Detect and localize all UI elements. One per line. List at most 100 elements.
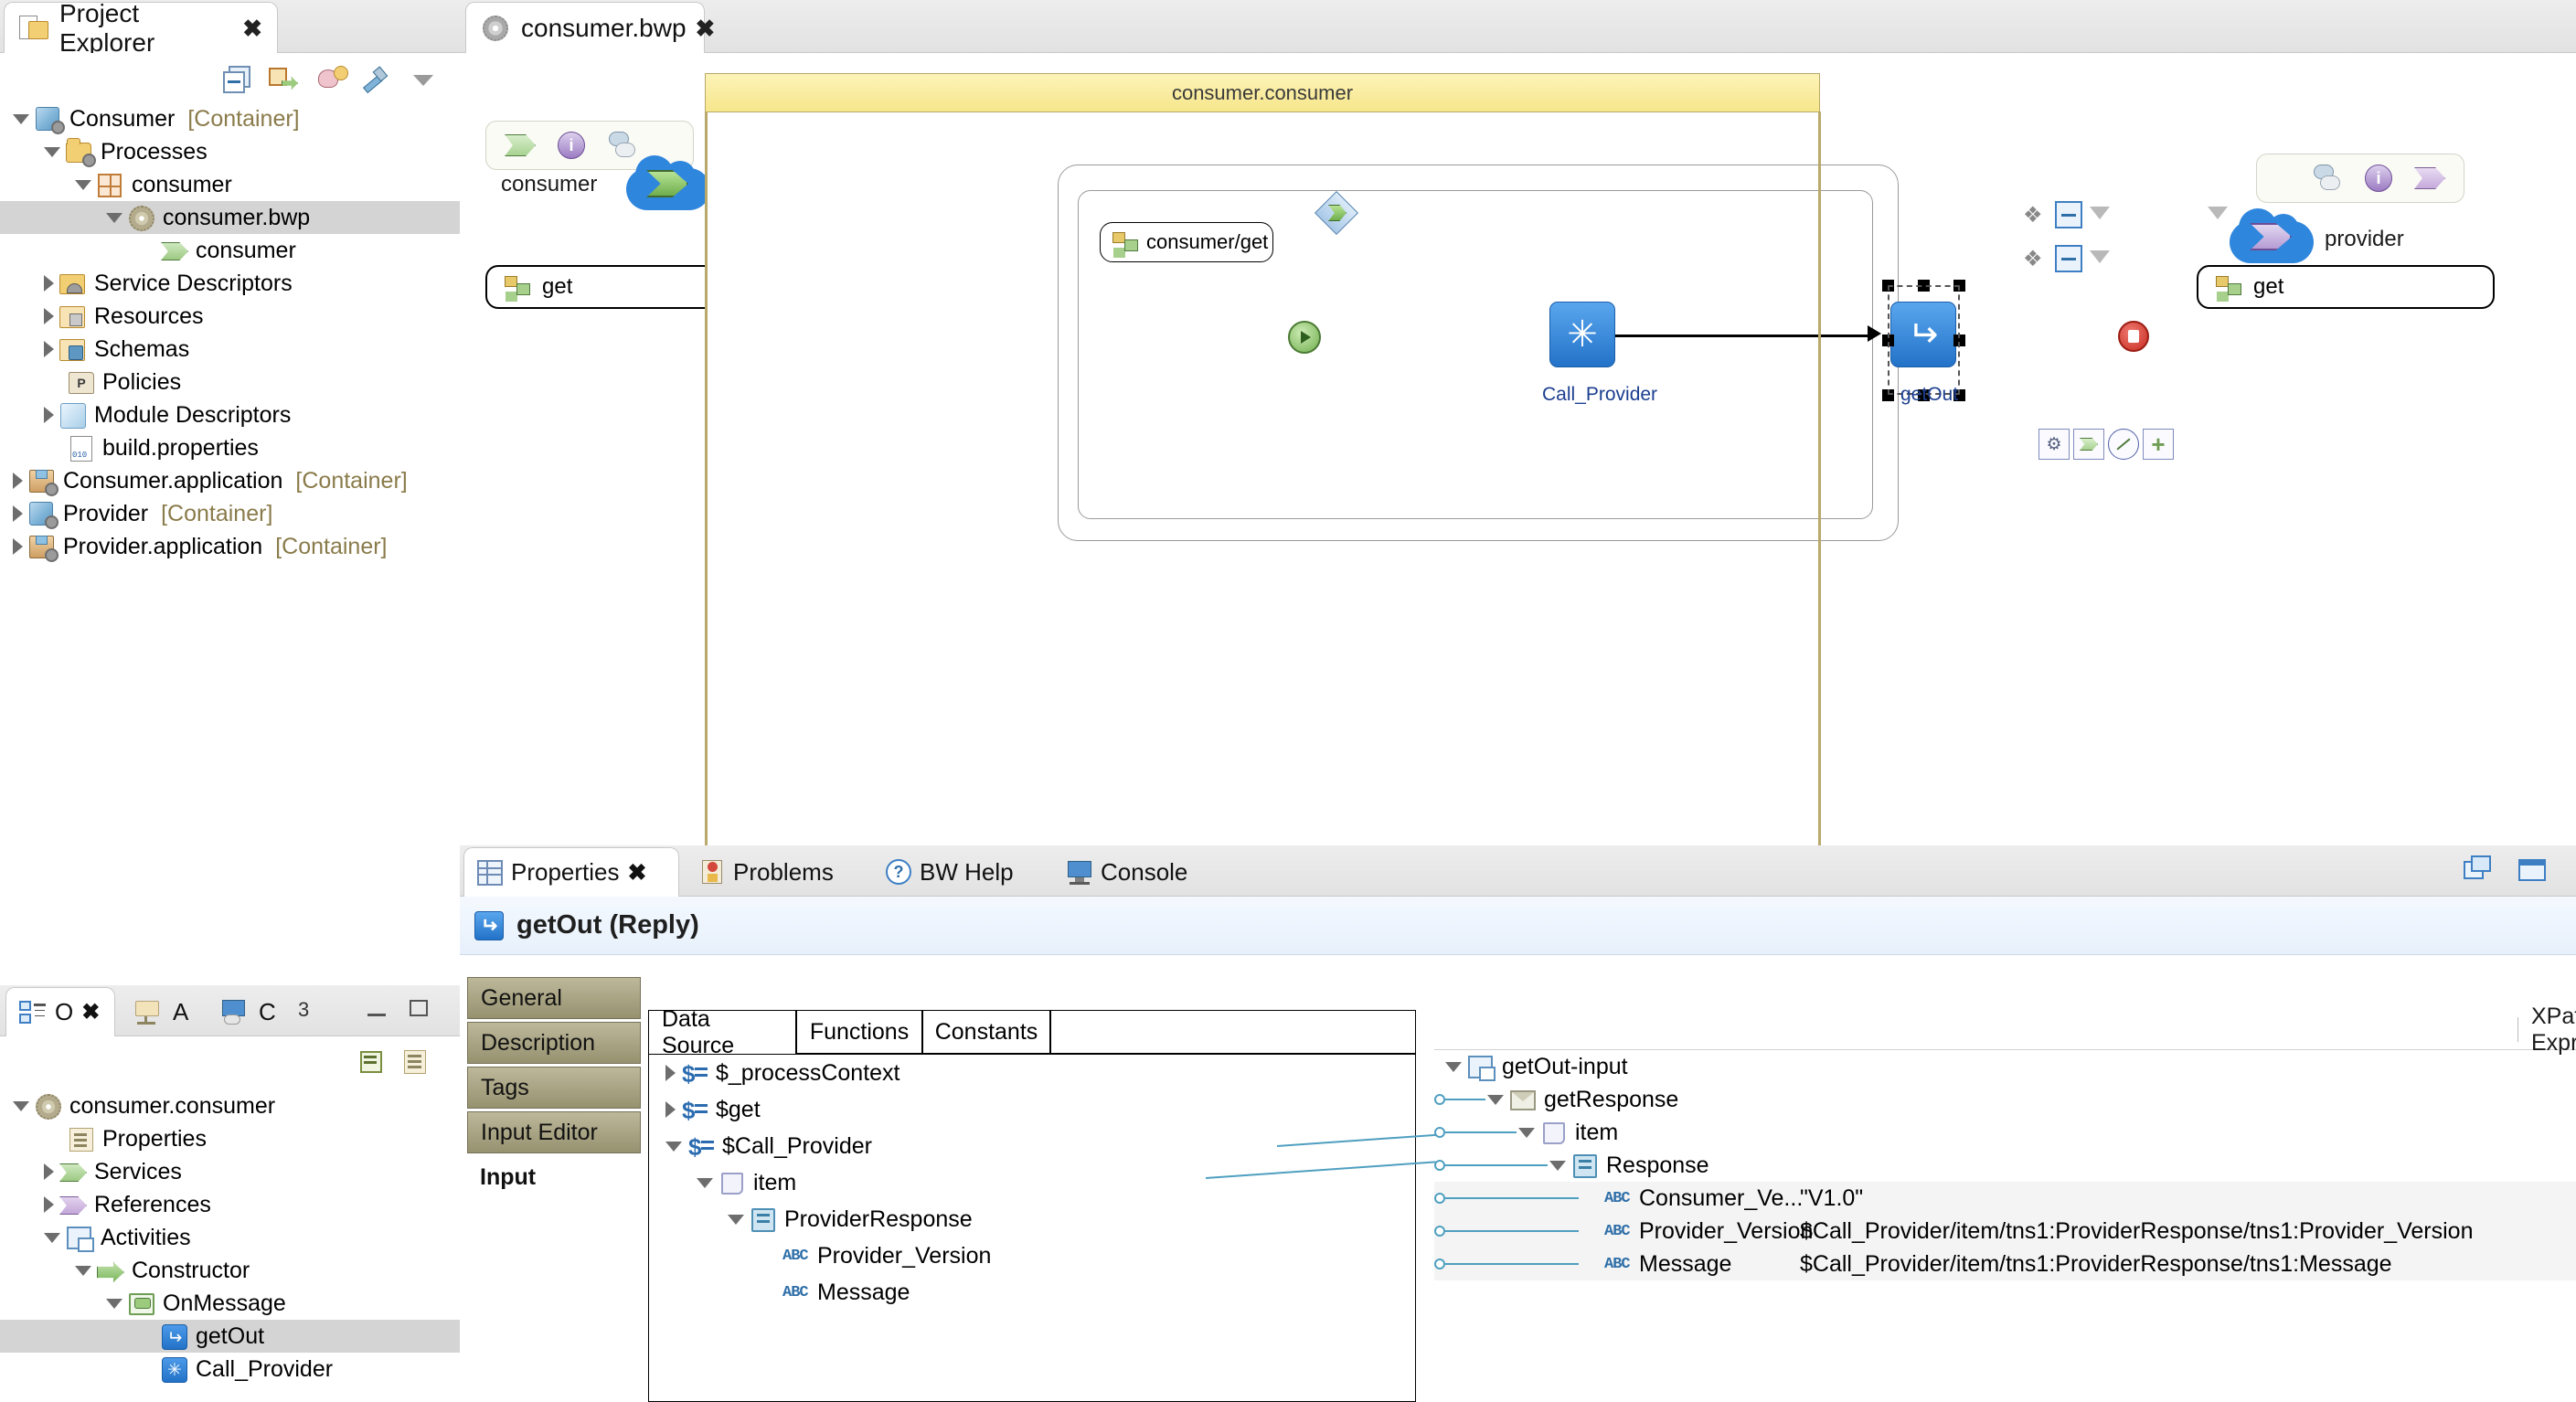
- expand-arrow-right-icon[interactable]: [44, 341, 54, 357]
- side-tab-general[interactable]: General: [467, 977, 641, 1019]
- scope-menu-triangle-outer-icon[interactable]: [2090, 207, 2110, 219]
- expand-arrow-down-icon[interactable]: [728, 1214, 744, 1225]
- cloud-stack-icon[interactable]: [2312, 165, 2343, 192]
- mapping-connector-dot[interactable]: [1434, 1094, 1445, 1105]
- target-row-xpath-expression[interactable]: "V1.0": [1800, 1185, 1863, 1212]
- outline-item[interactable]: Call_Provider: [0, 1353, 460, 1386]
- info-icon[interactable]: i: [558, 132, 585, 159]
- expand-arrow-right-icon[interactable]: [13, 473, 23, 489]
- project-explorer-item[interactable]: Schemas: [0, 333, 460, 366]
- expand-arrow-right-icon[interactable]: [665, 1101, 676, 1118]
- expand-arrow-down-icon[interactable]: [44, 146, 60, 157]
- close-icon[interactable]: ✖: [696, 16, 716, 40]
- side-tab-input[interactable]: Input: [467, 1156, 641, 1198]
- expand-arrow-right-icon[interactable]: [44, 275, 54, 292]
- right-partner-palette[interactable]: i: [2256, 154, 2464, 203]
- expand-arrow-down-icon[interactable]: [75, 1265, 91, 1276]
- target-mapping-row[interactable]: Response: [1434, 1149, 2576, 1182]
- tab-app-folder[interactable]: A: [122, 987, 205, 1036]
- right-hint-triangle-icon[interactable]: [2208, 207, 2228, 219]
- filter-icon[interactable]: [315, 62, 350, 97]
- target-mapping-row[interactable]: item: [1434, 1116, 2576, 1149]
- green-service-icon[interactable]: [505, 134, 536, 156]
- data-source-item[interactable]: $get: [649, 1091, 1415, 1128]
- side-tab-description[interactable]: Description: [467, 1022, 641, 1064]
- mapping-connector-dot[interactable]: [1434, 1127, 1445, 1138]
- tab-problems[interactable]: Problems: [687, 847, 866, 897]
- close-icon[interactable]: ✖: [81, 999, 100, 1025]
- expand-arrow-down-icon[interactable]: [1445, 1061, 1462, 1072]
- project-explorer-item[interactable]: consumer: [0, 234, 460, 267]
- outline-item[interactable]: References: [0, 1188, 460, 1221]
- data-source-tree[interactable]: $_processContext $get $Call_Provideritem Pr…: [648, 1054, 1416, 1402]
- data-source-item[interactable]: Provider_Version: [649, 1237, 1415, 1274]
- mapping-connector-dot[interactable]: [1434, 1226, 1445, 1237]
- project-explorer-item[interactable]: consumer.bwp: [0, 201, 460, 234]
- target-mapping-row[interactable]: Consumer_Ve..."V1.0": [1434, 1182, 2576, 1215]
- minimize-icon[interactable]: [364, 994, 393, 1022]
- project-explorer-item[interactable]: Provider.application [Container]: [0, 530, 460, 563]
- info-icon[interactable]: i: [2365, 165, 2392, 192]
- link-with-editor-icon[interactable]: [267, 62, 302, 97]
- outline-item[interactable]: Properties: [0, 1122, 460, 1155]
- outline-item[interactable]: getOut: [0, 1320, 460, 1353]
- inner-scope-toggle-chevron-icon[interactable]: ❖: [2023, 246, 2043, 272]
- data-source-item[interactable]: Message: [649, 1274, 1415, 1311]
- outline-tree[interactable]: consumer.consumer Properties Services Refer…: [0, 1089, 460, 1402]
- project-explorer-item[interactable]: Provider [Container]: [0, 497, 460, 530]
- close-icon[interactable]: ✖: [628, 859, 647, 887]
- maximize-icon[interactable]: [2516, 854, 2552, 888]
- service-icon[interactable]: [2073, 429, 2104, 460]
- expand-arrow-down-icon[interactable]: [13, 113, 29, 124]
- tab-cloud-monitor[interactable]: C: [208, 987, 296, 1036]
- tab-console[interactable]: Console: [1054, 847, 1228, 897]
- project-explorer-item[interactable]: Resources: [0, 300, 460, 333]
- sort-icon[interactable]: [357, 1046, 391, 1080]
- mapping-connector-dot[interactable]: [1434, 1160, 1445, 1171]
- expand-arrow-down-icon[interactable]: [106, 212, 122, 223]
- target-mapping-row[interactable]: Message $Call_Provider/item/tns1:Provider…: [1434, 1248, 2576, 1280]
- tab-data-source[interactable]: Data Source: [648, 1006, 796, 1058]
- maximize-icon[interactable]: [406, 994, 435, 1022]
- mapping-connector-dot[interactable]: [1434, 1259, 1445, 1269]
- project-explorer-item[interactable]: Consumer [Container]: [0, 102, 460, 135]
- receive-event-chip[interactable]: consumer/get: [1100, 222, 1273, 262]
- expand-arrow-right-icon[interactable]: [44, 407, 54, 423]
- scope-collapse-button-inner[interactable]: [2055, 245, 2082, 272]
- side-tab-input-editor[interactable]: Input Editor: [467, 1111, 641, 1153]
- project-explorer-tree[interactable]: Consumer [Container] Processes consumer cons…: [0, 102, 460, 985]
- target-tree-rows[interactable]: getOut-input getResponse item Response Consu…: [1434, 1050, 2576, 1402]
- expand-arrow-right-icon[interactable]: [13, 538, 23, 555]
- project-explorer-item[interactable]: Module Descriptors: [0, 398, 460, 431]
- scope-collapse-button-outer[interactable]: [2055, 201, 2082, 228]
- brush-icon[interactable]: [359, 62, 394, 97]
- target-mapping-row[interactable]: Provider_Version$Call_Provider/item/tns1…: [1434, 1215, 2576, 1248]
- data-source-item[interactable]: $Call_Provider: [649, 1128, 1415, 1164]
- tab-functions[interactable]: Functions: [796, 1010, 922, 1054]
- properties-icon[interactable]: [400, 1046, 435, 1080]
- gear-icon[interactable]: ⚙: [2038, 429, 2070, 460]
- expand-arrow-down-icon[interactable]: [1518, 1127, 1535, 1138]
- purple-reference-icon[interactable]: [2414, 167, 2445, 189]
- outline-item[interactable]: Activities: [0, 1221, 460, 1254]
- activity-call-provider[interactable]: ✳: [1549, 302, 1615, 367]
- tab-consumer-bwp[interactable]: consumer.bwp ✖: [465, 2, 715, 53]
- properties-side-tabs[interactable]: General Description Tags Input Editor Input: [467, 977, 641, 1201]
- expand-arrow-down-icon[interactable]: [665, 1141, 682, 1152]
- project-explorer-item[interactable]: Service Descriptors: [0, 267, 460, 300]
- add-icon[interactable]: +: [2143, 429, 2174, 460]
- outline-item[interactable]: OnMessage: [0, 1287, 460, 1320]
- outline-tab-overflow-badge[interactable]: 3: [298, 998, 309, 1022]
- target-mapping-row[interactable]: getResponse: [1434, 1083, 2576, 1116]
- target-mapping-row[interactable]: getOut-input: [1434, 1050, 2576, 1083]
- target-row-xpath-expression[interactable]: $Call_Provider/item/tns1:ProviderRespons…: [1800, 1218, 2473, 1245]
- expand-arrow-down-icon[interactable]: [1549, 1160, 1566, 1171]
- view-menu-icon[interactable]: [406, 62, 441, 97]
- restore-icon[interactable]: [2461, 854, 2497, 888]
- expand-arrow-down-icon[interactable]: [13, 1100, 29, 1111]
- start-node[interactable]: [1288, 321, 1321, 354]
- tab-project-explorer[interactable]: Project Explorer ✖: [4, 0, 278, 57]
- tab-constants[interactable]: Constants: [922, 1010, 1050, 1054]
- mapping-connector-dot[interactable]: [1434, 1193, 1445, 1204]
- scope-menu-triangle-inner-icon[interactable]: [2090, 250, 2110, 263]
